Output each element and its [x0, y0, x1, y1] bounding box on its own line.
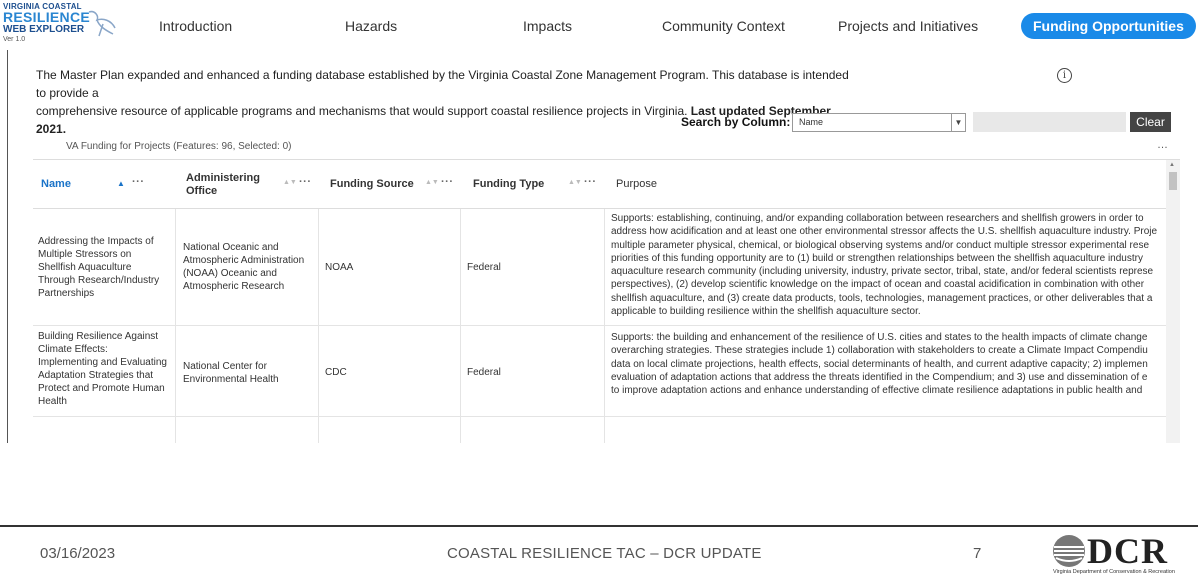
purpose-line: applicable to building resilience within… — [611, 306, 921, 318]
purpose-line: Supports: establishing, continuing, and/… — [611, 213, 1144, 224]
dcr-org-name: Virginia Department of Conservation & Re… — [1053, 569, 1175, 575]
cell-funding-type: Federal — [467, 262, 501, 273]
purpose-line: data on local climate projections, healt… — [611, 358, 1148, 370]
tab-community-context[interactable]: Community Context — [662, 18, 785, 34]
purpose-line: perspectives), (2) develop scientific kn… — [611, 279, 1145, 291]
app-logo[interactable]: VIRGINIA COASTAL RESILIENCE WEB EXPLORER… — [3, 2, 123, 48]
column-menu-icon[interactable]: ··· — [584, 176, 597, 188]
purpose-line: multiple parameter physical, chemical, o… — [611, 239, 1150, 251]
table-row[interactable]: Addressing the Impacts of Multiple Stres… — [33, 209, 1166, 326]
column-header-purpose[interactable]: Purpose — [605, 160, 1165, 209]
cell-purpose: Supports: the building and enhancement o… — [611, 331, 1166, 397]
column-label: Purpose — [616, 178, 657, 190]
cell-funding-type: Federal — [467, 367, 501, 378]
web-explorer-app: VIRGINIA COASTAL RESILIENCE WEB EXPLORER… — [0, 0, 1198, 443]
cell-administering-office: National Oceanic and Atmospheric Adminis… — [183, 242, 305, 292]
sort-icon[interactable]: ▲▼ — [425, 179, 439, 186]
funding-table: Name ▲ ··· Administering Office ▲▼ ··· F… — [33, 159, 1180, 443]
purpose-line: priorities of this funding opportunity a… — [611, 252, 1143, 264]
purpose-line: overarching strategies. These strategies… — [611, 345, 1148, 357]
intro-line-1: The Master Plan expanded and enhanced a … — [36, 68, 849, 100]
clear-button[interactable]: Clear — [1130, 112, 1171, 132]
column-label: Funding Source — [330, 178, 414, 190]
info-icon[interactable]: i — [1057, 68, 1072, 83]
cell-funding-source: CDC — [325, 367, 347, 378]
table-header: Name ▲ ··· Administering Office ▲▼ ··· F… — [33, 160, 1166, 209]
dcr-emblem-icon — [1053, 535, 1085, 567]
column-label: Funding Type — [473, 178, 545, 190]
heron-icon — [88, 10, 116, 37]
frame-divider — [7, 50, 8, 443]
purpose-line: Supports: the building and enhancement o… — [611, 332, 1148, 343]
dcr-logo: DCR Virginia Department of Conservation … — [1052, 533, 1182, 577]
top-nav: VIRGINIA COASTAL RESILIENCE WEB EXPLORER… — [0, 0, 1198, 50]
purpose-line: to improve adaptation actions and enhanc… — [611, 385, 1143, 397]
column-label: Administering Office — [186, 172, 260, 197]
tab-impacts[interactable]: Impacts — [523, 18, 572, 34]
cell-purpose: Supports: establishing, continuing, and/… — [611, 212, 1166, 318]
sort-ascending-icon[interactable]: ▲ — [117, 179, 125, 188]
search-column-select[interactable]: Name ▼ — [792, 113, 966, 132]
cell-name: Building Resilience Against Climate Effe… — [38, 331, 167, 407]
intro-line-2: comprehensive resource of applicable pro… — [36, 104, 688, 118]
column-label: Name — [41, 178, 71, 190]
feature-count-label: VA Funding for Projects (Features: 96, S… — [66, 141, 292, 152]
tab-funding-opportunities[interactable]: Funding Opportunities — [1021, 13, 1196, 39]
cell-name: Addressing the Impacts of Multiple Stres… — [38, 236, 160, 299]
sort-icon[interactable]: ▲▼ — [568, 179, 582, 186]
column-header-administering-office[interactable]: Administering Office ▲▼ ··· — [177, 160, 317, 209]
cell-funding-source: NOAA — [325, 262, 354, 273]
purpose-line: evaluation of adaptation actions that ad… — [611, 371, 1148, 383]
footer-date: 03/16/2023 — [40, 545, 116, 562]
footer-divider — [0, 525, 1198, 527]
cell-administering-office: National Center for Environmental Health — [183, 361, 279, 385]
column-menu-icon[interactable]: ··· — [299, 176, 312, 188]
sort-icon[interactable]: ▲▼ — [283, 179, 297, 186]
column-header-funding-type[interactable]: Funding Type ▲▼ ··· — [461, 160, 603, 209]
chevron-down-icon[interactable]: ▼ — [951, 114, 965, 131]
search-by-column-label: Search by Column: — [681, 115, 791, 129]
table-vertical-scrollbar[interactable]: ▲ — [1166, 160, 1180, 443]
search-input[interactable] — [973, 112, 1126, 132]
dcr-wordmark: DCR — [1087, 531, 1168, 571]
scrollbar-thumb[interactable] — [1169, 172, 1177, 190]
footer-title: COASTAL RESILIENCE TAC – DCR UPDATE — [447, 545, 762, 562]
tab-introduction[interactable]: Introduction — [159, 18, 232, 34]
purpose-line: shellfish aquaculture, and (3) create da… — [611, 292, 1153, 304]
purpose-line: address how acidification and at least o… — [611, 226, 1158, 238]
column-menu-icon[interactable]: ··· — [132, 176, 145, 188]
search-column-value: Name — [799, 117, 824, 127]
tab-projects-and-initiatives[interactable]: Projects and Initiatives — [838, 18, 978, 34]
column-header-funding-source[interactable]: Funding Source ▲▼ ··· — [319, 160, 459, 209]
tab-hazards[interactable]: Hazards — [345, 18, 397, 34]
table-options-icon[interactable]: … — [1157, 139, 1169, 151]
purpose-line: aquaculture research community (includin… — [611, 266, 1154, 278]
footer-page-number: 7 — [973, 545, 982, 562]
table-row[interactable]: Building Resilience Against Climate Effe… — [33, 327, 1166, 417]
scroll-up-icon[interactable]: ▲ — [1169, 162, 1175, 168]
column-header-name[interactable]: Name ▲ ··· — [33, 160, 175, 209]
column-menu-icon[interactable]: ··· — [441, 176, 454, 188]
